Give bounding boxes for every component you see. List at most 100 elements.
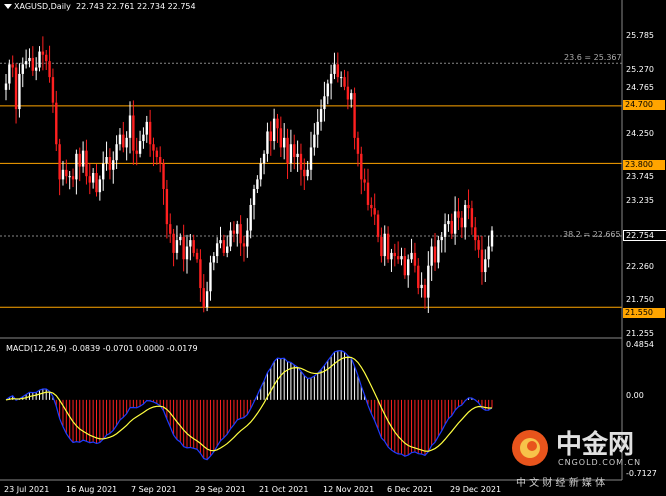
candle-bear [45, 54, 48, 62]
dropdown-icon[interactable] [4, 4, 12, 9]
candle-bull [75, 153, 78, 180]
candle-bear [417, 265, 420, 289]
candle-bear [172, 233, 175, 253]
watermark-slogan: 中 文 财 经 新 媒 体 [516, 478, 606, 489]
candle-bull [400, 256, 403, 260]
candle-bull [333, 64, 336, 74]
price-axis-label: 23.745 [626, 172, 654, 181]
macd-axis-zero: 0.00 [626, 391, 644, 400]
candle-bull [427, 265, 430, 298]
candle-bear [360, 153, 363, 180]
candle-bull [326, 83, 329, 97]
candle-bear [346, 86, 350, 100]
candle-bear [195, 252, 199, 260]
candle-bull [390, 252, 393, 260]
candle-bull [430, 246, 433, 266]
candle-bear [299, 153, 303, 170]
time-axis-label: 6 Dec 2021 [387, 485, 434, 494]
candle-bear [276, 118, 279, 129]
candle-bear [202, 288, 205, 308]
candle-bull [329, 73, 333, 84]
candle-bull [313, 134, 316, 148]
candle-bear [239, 224, 242, 244]
price-axis-label: 25.785 [626, 31, 654, 40]
candle-bear [14, 67, 18, 110]
candle-bull [246, 230, 249, 247]
price-chart[interactable] [0, 0, 666, 496]
candle-bear [199, 259, 202, 289]
level-tag-24700: 24.700 [623, 100, 665, 110]
candle-bull [420, 284, 423, 289]
candle-bear [457, 211, 460, 218]
candle-bear [303, 169, 306, 177]
candle-bear [423, 284, 427, 298]
candle-bull [21, 64, 24, 74]
candle-bull [145, 121, 148, 135]
cngold-logo-icon [512, 430, 548, 466]
candle-bull [105, 157, 108, 164]
watermark-brand: 中金网 [556, 430, 635, 460]
candle-bear [132, 115, 135, 151]
candle-bear [222, 240, 226, 253]
symbol-timeframe: XAGUSD,Daily [14, 2, 71, 11]
price-axis-label: 24.250 [626, 129, 654, 138]
candle-bear [286, 137, 289, 164]
candle-bear [88, 176, 91, 183]
price-axis-label: 22.260 [626, 262, 654, 271]
candle-bull [282, 137, 286, 148]
candle-bull [34, 67, 38, 71]
candle-bear [58, 144, 61, 180]
candle-bear [169, 224, 172, 234]
candle-bull [453, 211, 457, 234]
candle-bull [118, 134, 122, 145]
candle-bull [272, 118, 276, 142]
candle-bull [138, 141, 142, 154]
candle-bull [226, 246, 229, 253]
candle-bear [480, 249, 484, 273]
candle-bear [467, 204, 470, 209]
candle-bull [236, 224, 239, 234]
level-tag-23800: 23.800 [623, 160, 665, 170]
candle-bull [209, 262, 212, 292]
candle-bull [296, 153, 299, 158]
candle-bull [4, 83, 8, 90]
candle-bear [108, 157, 112, 170]
candle-bull [128, 115, 132, 138]
candle-bull [262, 153, 266, 164]
macd-main-line [5, 349, 493, 461]
candle-bear [353, 93, 356, 138]
time-axis-label: 21 Oct 2021 [259, 485, 309, 494]
candle-bull [252, 188, 256, 205]
candle-bear [242, 243, 246, 247]
candle-bear [95, 173, 98, 193]
candle-bull [24, 61, 28, 65]
candle-bear [269, 131, 272, 142]
chart-header: XAGUSD,Daily 22.743 22.761 22.734 22.754 [4, 2, 196, 11]
candle-bull [484, 259, 487, 273]
candle-bear [373, 208, 376, 215]
candle-bear [413, 252, 417, 266]
time-axis-label: 16 Aug 2021 [66, 485, 118, 494]
candle-bear [460, 217, 464, 228]
candle-bull [185, 246, 189, 260]
candle-bear [433, 246, 437, 263]
candle-bull [319, 109, 323, 122]
candle-bull [175, 240, 179, 253]
candle-bear [158, 157, 162, 164]
candle-bear [165, 188, 169, 225]
level-tag-21550: 21.550 [623, 308, 665, 318]
ohlc-readout: 22.743 22.761 22.734 22.754 [75, 2, 196, 11]
fib-label-23-6: 23.6 = 25.367 [564, 53, 622, 62]
candle-bull [440, 236, 443, 241]
candle-bull [81, 150, 85, 167]
candle-bull [309, 147, 313, 170]
candle-bull [115, 144, 118, 161]
candle-bear [41, 51, 45, 55]
candle-bull [28, 57, 31, 62]
candle-bear [55, 102, 58, 145]
candle-bear [393, 252, 396, 257]
candle-bear [386, 233, 390, 260]
price-axis-label: 21.255 [626, 329, 654, 338]
candle-bear [31, 57, 35, 71]
candle-bull [98, 179, 102, 193]
